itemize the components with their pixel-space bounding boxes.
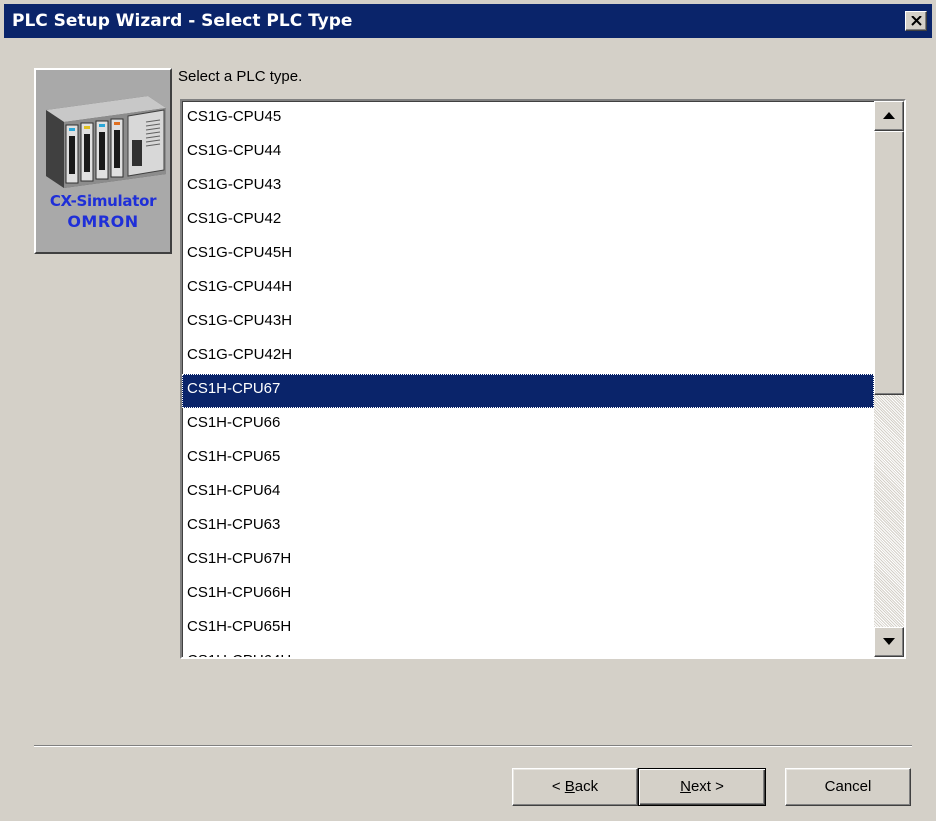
plc-list-item[interactable]: CS1G-CPU45: [182, 102, 874, 136]
next-button-mnemonic: N: [680, 778, 691, 795]
next-button-label: ext >: [690, 778, 724, 795]
plc-list-item[interactable]: CS1H-CPU67: [182, 374, 874, 408]
back-button-label: ack: [574, 778, 599, 795]
divider: [34, 745, 912, 747]
wizard-window: PLC Setup Wizard - Select PLC Type CX-Si…: [0, 0, 936, 821]
logo-product-name: CX-Simulator: [49, 192, 157, 210]
plc-list-item[interactable]: CS1G-CPU43H: [182, 306, 874, 340]
plc-list-item[interactable]: CS1H-CPU64H: [182, 646, 874, 657]
plc-list-item[interactable]: CS1H-CPU67H: [182, 544, 874, 578]
plc-list-item[interactable]: CS1G-CPU42: [182, 204, 874, 238]
logo-brand-name: OMRON: [67, 212, 139, 231]
plc-type-listbox[interactable]: CS1G-CPU45 CS1G-CPU44 CS1G-CPU43 CS1G-CPU42…: [180, 99, 906, 659]
plc-list-item[interactable]: CS1G-CPU45H: [182, 238, 874, 272]
back-button-prefix: <: [551, 778, 565, 795]
plc-list-item[interactable]: CS1G-CPU42H: [182, 340, 874, 374]
plc-list-item[interactable]: CS1H-CPU66H: [182, 578, 874, 612]
select-plc-prompt: Select a PLC type.: [178, 68, 303, 85]
next-button[interactable]: Next >: [638, 768, 766, 806]
back-button[interactable]: < Back: [512, 768, 638, 806]
list-scrollbar[interactable]: [874, 101, 904, 657]
scroll-down-button[interactable]: [874, 627, 904, 657]
arrow-up-icon: [883, 112, 895, 119]
close-button[interactable]: [905, 11, 927, 31]
arrow-down-icon: [883, 638, 895, 645]
plc-rack-icon: [46, 96, 166, 188]
plc-list-item[interactable]: CS1H-CPU64: [182, 476, 874, 510]
back-button-mnemonic: B: [564, 778, 575, 795]
plc-list-item[interactable]: CS1G-CPU43: [182, 170, 874, 204]
plc-list-item[interactable]: CS1H-CPU63: [182, 510, 874, 544]
close-icon: [911, 16, 922, 26]
plc-list-item[interactable]: CS1H-CPU66: [182, 408, 874, 442]
scrollbar-thumb[interactable]: [874, 131, 904, 395]
scroll-up-button[interactable]: [874, 101, 904, 131]
cancel-button[interactable]: Cancel: [785, 768, 911, 806]
plc-list-item[interactable]: CS1G-CPU44: [182, 136, 874, 170]
window-title: PLC Setup Wizard - Select PLC Type: [12, 11, 353, 31]
title-bar[interactable]: PLC Setup Wizard - Select PLC Type: [4, 4, 932, 38]
plc-type-list: CS1G-CPU45 CS1G-CPU44 CS1G-CPU43 CS1G-CPU42…: [182, 102, 874, 657]
plc-list-item[interactable]: CS1H-CPU65: [182, 442, 874, 476]
cx-simulator-logo: CX-Simulator OMRON: [34, 68, 172, 254]
plc-list-item[interactable]: CS1G-CPU44H: [182, 272, 874, 306]
plc-list-item[interactable]: CS1H-CPU65H: [182, 612, 874, 646]
